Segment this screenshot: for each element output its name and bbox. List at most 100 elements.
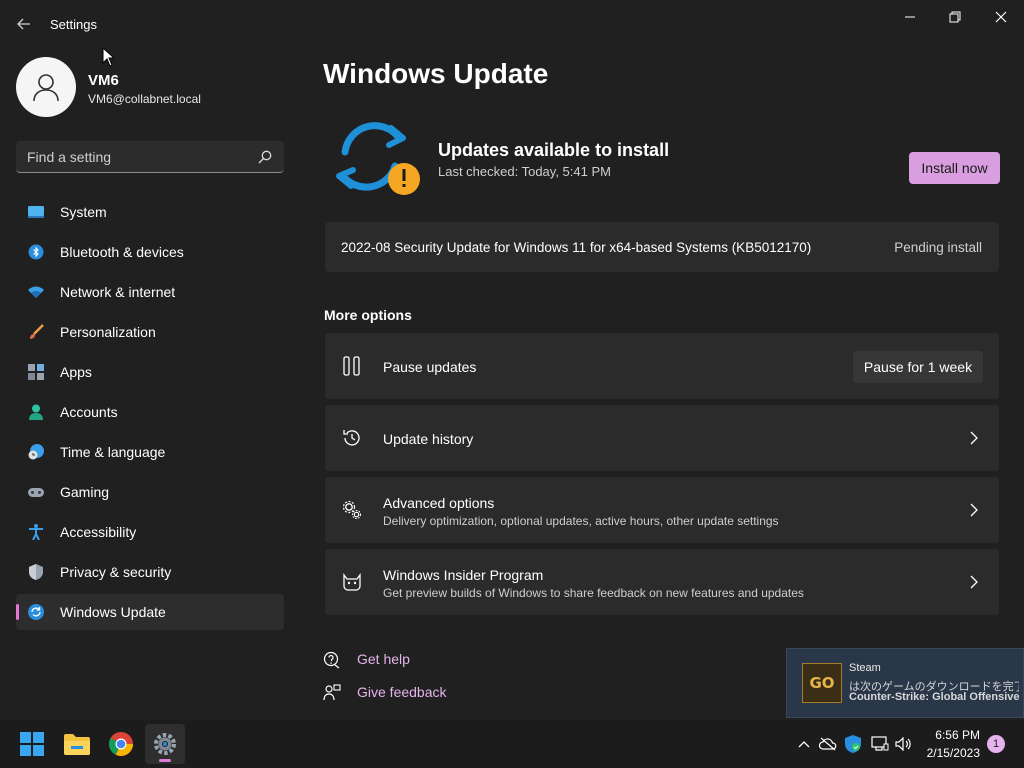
chevron-right-icon [970, 575, 978, 589]
volume-tray-button[interactable] [894, 734, 914, 754]
gamepad-icon [28, 488, 44, 497]
arrow-left-icon [17, 18, 30, 30]
onedrive-tray-button[interactable] [818, 734, 838, 754]
pause-for-week-button[interactable]: Pause for 1 week [853, 351, 983, 383]
clock-date[interactable]: 2/15/2023 [927, 746, 980, 760]
settings-taskbar-button[interactable] [145, 724, 185, 764]
sidebar-item-bluetooth[interactable]: Bluetooth & devices [16, 234, 284, 270]
option-title: Pause updates [383, 359, 477, 375]
history-icon [343, 430, 360, 446]
sidebar-item-accessibility[interactable]: Accessibility [16, 514, 284, 550]
cloud-offline-icon [819, 737, 837, 751]
gear-icon [154, 733, 176, 755]
sidebar-item-label: Bluetooth & devices [60, 244, 184, 260]
search-input[interactable]: Find a setting [16, 141, 284, 173]
user-profile[interactable]: VM6 VM6@collabnet.local [16, 57, 286, 117]
person-icon [29, 404, 43, 420]
network-tray-button[interactable] [870, 734, 890, 754]
sidebar-item-label: Privacy & security [60, 564, 172, 580]
sidebar-item-label: Windows Update [60, 604, 166, 620]
sidebar-item-gaming[interactable]: Gaming [16, 474, 284, 510]
sync-icon [28, 604, 44, 620]
update-status-title: Updates available to install [438, 140, 670, 160]
start-button[interactable] [12, 724, 52, 764]
windows-logo-icon [20, 732, 44, 756]
option-title: Windows Insider Program [383, 567, 544, 583]
chrome-icon [109, 732, 133, 756]
accessibility-icon [29, 524, 43, 540]
app-title: Settings [50, 17, 97, 32]
windows-insider-row[interactable]: Windows Insider Program Get preview buil… [325, 549, 999, 615]
sidebar-item-network[interactable]: Network & internet [16, 274, 284, 310]
update-status: Pending install [894, 240, 982, 255]
update-warning-icon [336, 122, 420, 195]
show-hidden-icons-button[interactable] [794, 734, 814, 754]
sidebar-item-label: Accessibility [60, 524, 137, 540]
speaker-icon [895, 737, 911, 751]
sidebar-item-time-language[interactable]: Time & language [16, 434, 284, 470]
profile-name: VM6 [88, 72, 119, 89]
minimize-icon [905, 16, 915, 18]
install-now-button[interactable]: Install now [909, 152, 1000, 184]
sidebar-item-personalization[interactable]: Personalization [16, 314, 284, 350]
apps-icon [28, 364, 44, 380]
globe-clock-icon [28, 444, 44, 460]
chrome-button[interactable] [101, 724, 141, 764]
folder-icon [64, 734, 90, 755]
mouse-cursor-icon [102, 47, 116, 67]
update-name: 2022-08 Security Update for Windows 11 f… [341, 240, 812, 255]
give-feedback-label: Give feedback [357, 684, 447, 700]
pending-update-card: 2022-08 Security Update for Windows 11 f… [325, 222, 999, 272]
restore-icon [949, 11, 961, 23]
bluetooth-icon [28, 244, 44, 260]
insider-cat-icon [343, 573, 361, 591]
clock-time[interactable]: 6:56 PM [935, 728, 980, 742]
user-avatar-icon [33, 74, 59, 102]
gears-icon [342, 500, 362, 520]
update-history-row[interactable]: Update history [325, 405, 999, 471]
help-icon [323, 651, 340, 669]
minimize-button[interactable] [887, 4, 933, 30]
steam-notification-toast[interactable]: GO Steam は次のゲームのダウンロードを完了しま... Counter-S… [786, 648, 1024, 718]
avatar [16, 57, 76, 117]
back-button[interactable] [12, 12, 36, 36]
file-explorer-button[interactable] [57, 724, 97, 764]
pause-icon [343, 356, 360, 376]
monitor-icon [28, 206, 44, 218]
pause-updates-row: Pause updates Pause for 1 week [325, 333, 999, 399]
shield-icon [29, 564, 43, 580]
sidebar-item-label: Network & internet [60, 284, 176, 300]
chevron-right-icon [970, 503, 978, 517]
toast-app-name: Steam [849, 662, 881, 674]
sidebar-item-privacy[interactable]: Privacy & security [16, 554, 284, 590]
sidebar-item-apps[interactable]: Apps [16, 354, 284, 390]
csgo-game-icon: GO [802, 663, 842, 703]
toast-game-name: Counter-Strike: Global Offensive [849, 691, 1020, 703]
sidebar-item-windows-update[interactable]: Windows Update [16, 594, 284, 630]
option-description: Delivery optimization, optional updates,… [383, 514, 779, 528]
search-icon [258, 150, 272, 164]
close-icon [995, 11, 1007, 23]
option-title: Update history [383, 431, 474, 447]
more-options-heading: More options [324, 307, 412, 323]
advanced-options-row[interactable]: Advanced options Delivery optimization, … [325, 477, 999, 543]
maximize-button[interactable] [932, 4, 978, 30]
sidebar-item-label: Accounts [60, 404, 118, 420]
get-help-label: Get help [357, 651, 410, 667]
taskbar: 6:56 PM 2/15/2023 [0, 720, 1024, 768]
sidebar-item-accounts[interactable]: Accounts [16, 394, 284, 430]
chevron-right-icon [970, 431, 978, 445]
last-checked-text: Last checked: Today, 5:41 PM [438, 164, 611, 179]
wifi-icon [28, 286, 44, 298]
notification-badge[interactable]: 1 [987, 735, 1005, 753]
option-description: Get preview builds of Windows to share f… [383, 586, 804, 600]
close-button[interactable] [978, 4, 1024, 30]
sidebar-item-label: Apps [60, 364, 92, 380]
ethernet-icon [871, 736, 889, 751]
sidebar-nav: System Bluetooth & devices Network & int… [16, 194, 284, 634]
brush-icon [30, 324, 44, 339]
sidebar-item-system[interactable]: System [16, 194, 284, 230]
defender-tray-button[interactable] [843, 734, 863, 754]
option-title: Advanced options [383, 495, 495, 511]
profile-email: VM6@collabnet.local [88, 92, 201, 106]
